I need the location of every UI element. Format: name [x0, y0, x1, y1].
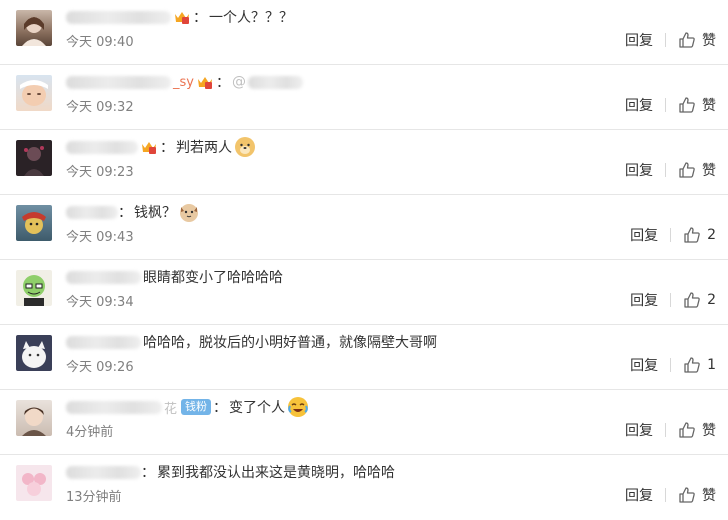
comment-time: 今天 09:43 — [66, 230, 134, 245]
comment-text: 判若两人 — [176, 140, 232, 156]
avatar[interactable] — [16, 400, 52, 436]
reply-button[interactable]: 回复 — [625, 30, 653, 50]
reply-button[interactable]: 回复 — [630, 355, 658, 375]
thumbs-up-icon — [679, 487, 695, 503]
comment-text: 哈哈哈，脱妆后的小明好普通，就像隔壁大哥啊 — [143, 335, 437, 351]
username-blurred[interactable] — [66, 205, 118, 219]
username-blurred[interactable] — [66, 270, 141, 284]
divider — [665, 488, 666, 502]
colon: ： — [213, 400, 228, 416]
comment-row: 哈哈哈，脱妆后的小明好普通，就像隔壁大哥啊 今天 09:26 回复 1 — [0, 325, 728, 390]
like-count: 1 — [707, 357, 716, 373]
avatar[interactable] — [16, 140, 52, 176]
thumbs-up-icon — [684, 292, 700, 308]
avatar[interactable] — [16, 335, 52, 371]
comment-time: 13分钟前 — [66, 490, 122, 505]
colon: ： — [160, 140, 174, 156]
divider — [670, 228, 672, 242]
comment-row: ： 累到我都没认出来这是黄晓明，哈哈哈 13分钟前 回复 赞 — [0, 455, 728, 520]
like-count: 赞 — [702, 163, 716, 179]
doge-emoji-icon — [235, 137, 255, 157]
like-button[interactable]: 赞 — [678, 30, 716, 50]
reply-button[interactable]: 回复 — [625, 485, 653, 505]
vip-crown-icon — [142, 142, 156, 154]
comment-time: 今天 09:23 — [66, 165, 134, 180]
like-count: 赞 — [702, 98, 716, 114]
comment-time: 今天 09:40 — [66, 35, 134, 50]
like-button[interactable]: 2 — [683, 291, 716, 309]
comment-row: ： 钱枫？ 今天 09:43 回复 2 — [0, 195, 728, 260]
like-count: 赞 — [702, 33, 716, 49]
colon: ： — [193, 10, 207, 26]
colon: ： — [118, 205, 132, 221]
username-suffix[interactable]: _sy — [173, 75, 194, 90]
avatar[interactable] — [16, 270, 52, 306]
comment-row: 花 钱粉 ： 变了个人 4分钟前 回复 赞 — [0, 390, 728, 455]
thumbs-up-icon — [679, 422, 695, 438]
laughing-crying-emoji-icon — [288, 397, 309, 417]
divider — [665, 33, 666, 47]
like-count: 赞 — [702, 423, 716, 439]
like-button[interactable]: 赞 — [678, 160, 716, 180]
comment-time: 4分钟前 — [66, 425, 114, 440]
avatar[interactable] — [16, 75, 52, 111]
username-suffix[interactable]: 花 — [164, 398, 177, 417]
vip-crown-icon — [197, 77, 212, 89]
username-blurred[interactable] — [66, 465, 141, 479]
comment-text: 累到我都没认出来这是黄晓明，哈哈哈 — [157, 465, 395, 481]
comment-text: 一个人？？？ — [209, 10, 293, 26]
mention-blurred[interactable] — [247, 75, 303, 89]
username-blurred[interactable] — [66, 75, 171, 89]
like-count: 赞 — [702, 488, 716, 504]
cat-emoji-icon — [180, 204, 198, 222]
comment-time: 今天 09:34 — [66, 295, 134, 310]
comment-row: 眼睛都变小了哈哈哈哈 今天 09:34 回复 2 — [0, 260, 728, 325]
thumbs-up-icon — [679, 162, 695, 178]
thumbs-up-icon — [684, 357, 700, 373]
reply-button[interactable]: 回复 — [625, 420, 653, 440]
thumbs-up-icon — [679, 97, 695, 113]
like-count: 2 — [707, 227, 716, 243]
comment-text: 眼睛都变小了哈哈哈哈 — [143, 270, 283, 286]
divider — [665, 423, 666, 437]
avatar[interactable] — [16, 465, 52, 501]
like-button[interactable]: 赞 — [678, 420, 716, 440]
username-blurred[interactable] — [66, 400, 162, 414]
comment-row: _sy ： @ 今天 09:32 回复 赞 — [0, 65, 728, 130]
comment-text: 变了个人 — [229, 400, 286, 416]
comment-time: 今天 09:26 — [66, 360, 134, 375]
colon: ： — [215, 75, 230, 91]
divider — [670, 293, 672, 307]
reply-button[interactable]: 回复 — [630, 225, 658, 245]
avatar[interactable] — [16, 205, 52, 241]
thumbs-up-icon — [684, 227, 700, 243]
comment-text: 钱枫？ — [134, 205, 176, 221]
like-button[interactable]: 赞 — [678, 95, 716, 115]
vip-crown-icon — [175, 12, 189, 24]
mention-text[interactable]: @ — [232, 74, 246, 90]
username-blurred[interactable] — [66, 335, 141, 349]
fan-badge[interactable]: 钱粉 — [181, 399, 212, 415]
reply-button[interactable]: 回复 — [625, 160, 653, 180]
like-button[interactable]: 2 — [683, 226, 716, 244]
thumbs-up-icon — [679, 32, 695, 48]
like-button[interactable]: 赞 — [678, 485, 716, 505]
username-blurred[interactable] — [66, 10, 171, 24]
like-button[interactable]: 1 — [683, 356, 716, 374]
divider — [665, 163, 666, 177]
reply-button[interactable]: 回复 — [625, 95, 653, 115]
comment-row: ： 一个人？？？ 今天 09:40 回复 赞 — [0, 0, 728, 65]
like-count: 2 — [707, 292, 716, 308]
colon: ： — [141, 465, 155, 481]
avatar[interactable] — [16, 10, 52, 46]
divider — [670, 358, 672, 372]
username-blurred[interactable] — [66, 140, 138, 154]
divider — [665, 98, 666, 112]
comment-time: 今天 09:32 — [66, 100, 134, 115]
comment-row: ： 判若两人 今天 09:23 回复 赞 — [0, 130, 728, 195]
reply-button[interactable]: 回复 — [630, 290, 658, 310]
